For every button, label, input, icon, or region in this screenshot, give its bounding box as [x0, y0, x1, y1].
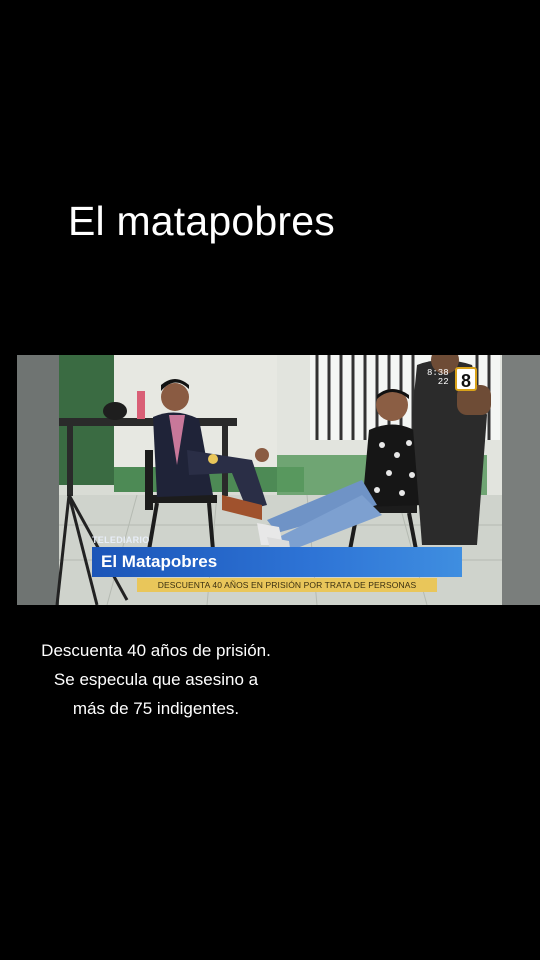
clock-temperature: 22 — [437, 377, 449, 387]
channel-logo: 8 — [455, 367, 477, 391]
video-frame[interactable]: 8:38 22 8 TELEDIARIO El Matapobres DESCU… — [17, 355, 540, 605]
video-title: El matapobres — [68, 198, 335, 244]
headline-banner: El Matapobres — [92, 547, 462, 577]
clock-overlay: 8:38 22 — [427, 369, 449, 387]
subheadline-banner: DESCUENTA 40 AÑOS EN PRISIÓN POR TRATA D… — [137, 578, 437, 592]
news-logo: TELEDIARIO — [92, 535, 150, 545]
caption-text: Descuenta 40 años de prisión. Se especul… — [41, 641, 271, 718]
